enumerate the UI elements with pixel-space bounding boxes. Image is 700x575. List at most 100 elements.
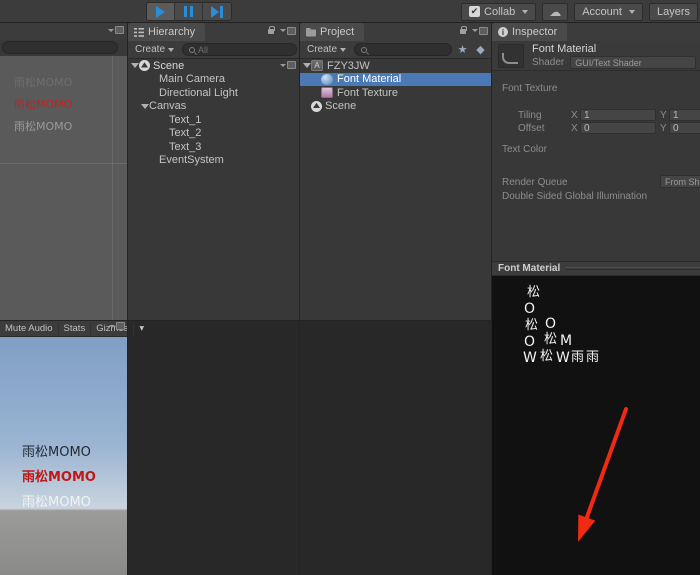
project-panel: Project Create ★ ◆ FZY3JWFont xyxy=(300,23,492,321)
tab-project-label: Project xyxy=(320,26,354,38)
panel-menu-icon[interactable] xyxy=(280,27,296,35)
project-tree[interactable]: FZY3JWFont MaterialFont TextureScene xyxy=(300,59,492,321)
unity-editor-window: ✔ Collab ☁ Account Layers xyxy=(0,0,700,575)
search-icon xyxy=(189,47,195,53)
shader-dropdown[interactable]: GUI/Text Shader xyxy=(570,56,696,69)
chevron-down-icon xyxy=(168,48,174,52)
account-button[interactable]: Account xyxy=(574,3,643,21)
panel-menu-icon[interactable] xyxy=(109,322,125,330)
search-icon xyxy=(361,47,367,53)
hierarchy-search-input[interactable]: All xyxy=(182,43,297,56)
divider-hierarchy-project[interactable] xyxy=(299,23,300,575)
scene-view-tabbar xyxy=(0,23,128,40)
hierarchy-row[interactable]: Scene xyxy=(128,59,300,73)
foldout-toggle[interactable] xyxy=(140,104,149,109)
lock-icon[interactable] xyxy=(459,26,467,35)
render-queue-dropdown[interactable]: From Sha xyxy=(660,175,700,188)
unity-scene-icon xyxy=(311,101,322,112)
tree-item-label: Scene xyxy=(325,100,356,112)
mute-audio-button[interactable]: Mute Audio xyxy=(0,322,59,336)
scene-text-3: 雨松MOMO xyxy=(14,118,72,134)
project-row[interactable]: Scene xyxy=(300,100,492,114)
annotation-arrow-icon xyxy=(492,276,700,575)
game-text-3: 雨松MOMO xyxy=(22,491,91,510)
project-row[interactable]: Font Material xyxy=(300,73,492,87)
hierarchy-create-button[interactable]: Create xyxy=(131,43,178,57)
hierarchy-row[interactable]: Text_2 xyxy=(128,127,300,141)
layers-label: Layers xyxy=(657,6,690,18)
tree-item-label: Text_3 xyxy=(169,141,201,153)
pause-button[interactable] xyxy=(175,3,203,20)
collab-button[interactable]: ✔ Collab xyxy=(461,3,536,21)
game-view-canvas[interactable]: 雨松MOMO 雨松MOMO 雨松MOMO xyxy=(0,337,128,575)
material-icon xyxy=(321,74,333,85)
inspector-panel: i Inspector Font Material Shader GUI/Tex… xyxy=(492,23,700,575)
game-text-1: 雨松MOMO xyxy=(22,441,91,460)
tree-item-label: Scene xyxy=(153,60,184,72)
tree-item-label: FZY3JW xyxy=(327,60,370,72)
collab-check-icon: ✔ xyxy=(469,6,480,17)
divider-scene-game[interactable] xyxy=(0,320,128,321)
tiling-x-axis-label: X xyxy=(571,110,578,121)
project-tabbar: Project xyxy=(300,23,492,41)
offset-label: Offset xyxy=(518,123,545,134)
play-button[interactable] xyxy=(147,3,175,20)
preview-header: Font Material xyxy=(492,261,700,276)
tab-project[interactable]: Project xyxy=(300,23,364,41)
cloud-icon: ☁ xyxy=(549,5,561,19)
tiling-y-field[interactable]: 1 xyxy=(669,109,700,121)
label-tag-icon[interactable]: ◆ xyxy=(474,44,487,56)
tree-item-label: Font Texture xyxy=(337,87,398,99)
project-search-input[interactable] xyxy=(354,43,452,56)
tab-hierarchy[interactable]: Hierarchy xyxy=(128,23,205,41)
hierarchy-toolbar: Create All xyxy=(128,41,300,59)
chevron-down-icon xyxy=(522,10,528,14)
lock-icon[interactable] xyxy=(267,26,275,35)
project-row[interactable]: FZY3JW xyxy=(300,59,492,73)
tab-inspector[interactable]: i Inspector xyxy=(492,23,567,41)
hierarchy-search-placeholder: All xyxy=(198,45,208,55)
panel-menu-icon[interactable] xyxy=(108,26,124,34)
foldout-toggle[interactable] xyxy=(130,63,139,68)
inspector-icon: i xyxy=(498,27,508,37)
project-row[interactable]: Font Texture xyxy=(300,86,492,100)
tree-item-label: EventSystem xyxy=(159,154,224,166)
material-preview-area[interactable]: 松O松OO松MW松W雨雨 xyxy=(492,276,700,575)
stats-button[interactable]: Stats xyxy=(59,322,92,336)
hierarchy-row[interactable]: Directional Light xyxy=(128,86,300,100)
offset-y-axis-label: Y xyxy=(660,123,667,134)
hierarchy-row[interactable]: Text_1 xyxy=(128,113,300,127)
divider-scene-hierarchy[interactable] xyxy=(127,23,128,575)
scene-view-search-input[interactable] xyxy=(2,41,118,54)
cloud-services-button[interactable]: ☁ xyxy=(542,3,568,21)
scene-view-tab-icons xyxy=(108,26,124,34)
scene-grid-line-horizontal xyxy=(0,163,128,164)
layers-button[interactable]: Layers xyxy=(649,3,698,21)
tiling-x-field[interactable]: 1 xyxy=(580,109,656,121)
divider-project-inspector[interactable] xyxy=(491,23,492,575)
project-tab-icons xyxy=(459,26,488,35)
favorite-filter-icon[interactable]: ★ xyxy=(456,44,469,56)
hierarchy-row[interactable]: Text_3 xyxy=(128,140,300,154)
play-icon xyxy=(156,6,165,18)
foldout-toggle[interactable] xyxy=(302,63,311,68)
hierarchy-tree[interactable]: SceneMain CameraDirectional LightCanvasT… xyxy=(128,59,300,321)
inspector-asset-header: Font Material Shader GUI/Text Shader xyxy=(492,41,700,71)
main-toolbar: ✔ Collab ☁ Account Layers xyxy=(0,0,700,23)
step-icon xyxy=(211,6,223,18)
project-create-button[interactable]: Create xyxy=(303,43,350,57)
font-atlas-glyph: 雨 xyxy=(571,351,584,364)
pause-icon xyxy=(184,6,193,17)
offset-x-field[interactable]: 0 xyxy=(580,122,656,134)
hierarchy-row[interactable]: Canvas xyxy=(128,100,300,114)
row-menu-icon[interactable] xyxy=(280,61,296,69)
hierarchy-row[interactable]: Main Camera xyxy=(128,73,300,87)
step-button[interactable] xyxy=(203,3,231,20)
gizmos-dropdown-caret[interactable]: ▾ xyxy=(134,322,149,336)
hierarchy-row[interactable]: EventSystem xyxy=(128,154,300,168)
texture-icon xyxy=(321,87,333,98)
scene-view-canvas[interactable]: 雨松MOMO 雨松MOMO 雨松MOMO xyxy=(0,56,128,321)
panel-menu-icon[interactable] xyxy=(472,27,488,35)
offset-y-field[interactable]: 0 xyxy=(669,122,700,134)
tree-item-label: Canvas xyxy=(149,100,186,112)
